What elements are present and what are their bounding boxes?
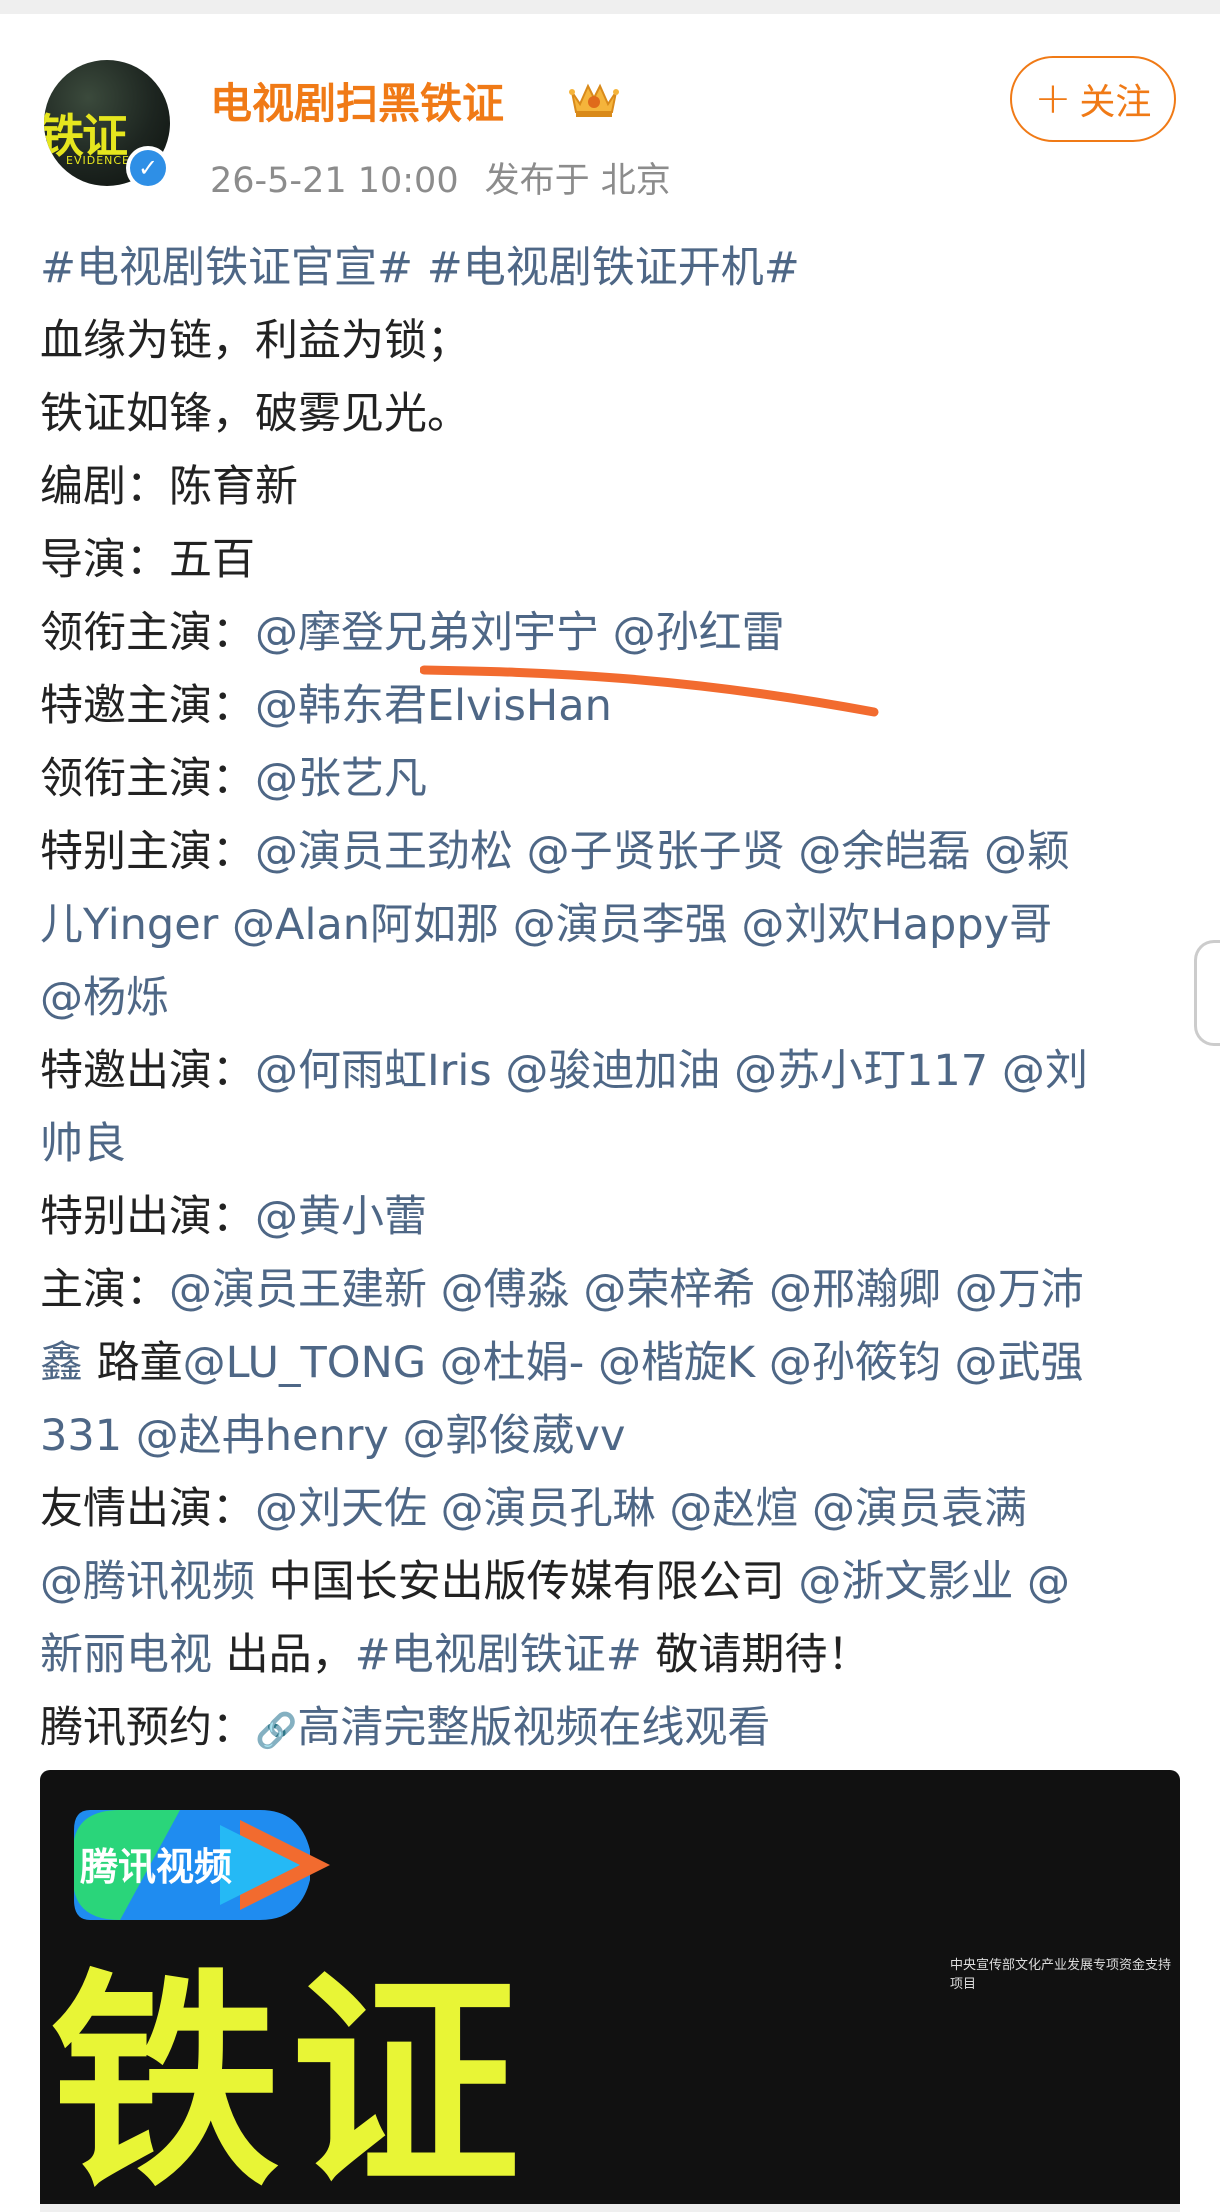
special-guest-label: 特邀主演：: [40, 681, 255, 731]
hashtag-link[interactable]: #电视剧铁证官宣#: [40, 243, 413, 293]
hand-drawn-underline: [420, 665, 879, 717]
mention-link[interactable]: @刘天佐: [255, 1484, 427, 1534]
guest-line-2: 帅良: [40, 1108, 1190, 1181]
mention-link[interactable]: @演员王劲松: [255, 827, 513, 877]
mention-link[interactable]: @何雨虹Iris: [255, 1046, 492, 1096]
mention-link[interactable]: @孙筱钧: [769, 1338, 941, 1388]
mention-link[interactable]: 儿Yinger: [40, 900, 218, 950]
mention-link[interactable]: @武强: [954, 1338, 1083, 1388]
mention-link[interactable]: @刘: [1002, 1046, 1088, 1096]
guest-label: 特邀出演：: [40, 1046, 255, 1096]
mention-link[interactable]: @黄小蕾: [255, 1192, 427, 1242]
mention-link[interactable]: @子贤张子贤: [527, 827, 785, 877]
mention-link[interactable]: 331: [40, 1411, 122, 1461]
producer-line-2: 新丽电视 出品，#电视剧铁证# 敬请期待！: [40, 1619, 1190, 1692]
mention-link[interactable]: @邢瀚卿: [769, 1265, 941, 1315]
side-scroll-handle[interactable]: [1194, 940, 1220, 1046]
mention-link[interactable]: 帅良: [40, 1119, 126, 1169]
mention-link[interactable]: @Alan阿如那: [232, 900, 499, 950]
mention-link[interactable]: @张艺凡: [255, 754, 427, 804]
text-line: 血缘为链，利益为锁；: [40, 316, 470, 366]
mention-link[interactable]: @杨烁: [40, 973, 169, 1023]
post-image[interactable]: 腾讯视频 中央宣传部文化产业发展专项资金支持项目 铁证: [40, 1770, 1180, 2212]
special-lead-label: 特别主演：: [40, 827, 255, 877]
mention-link[interactable]: @腾讯视频: [40, 1557, 255, 1607]
special-lead-line-3: @杨烁: [40, 962, 1190, 1035]
hashtags-line: #电视剧铁证官宣# #电视剧铁证开机#: [40, 232, 1190, 305]
lead-cast-label: 领衔主演：: [40, 608, 255, 658]
avatar-logo-subtext: EVIDENCE: [66, 154, 130, 167]
poster-caption: 中央宣传部文化产业发展专项资金支持项目: [950, 1958, 1172, 1992]
mention-link[interactable]: @杜娟-: [440, 1338, 585, 1388]
friendship-line: 友情出演：@刘天佐 @演员孔琳 @赵煊 @演员袁满: [40, 1473, 1190, 1546]
reservation-line: 腾讯预约：🔗高清完整版视频在线观看: [40, 1692, 1190, 1765]
plus-icon: +: [1034, 73, 1072, 124]
mention-link[interactable]: @浙文影业: [798, 1557, 1013, 1607]
lead-cast-line-2: 领衔主演：@张艺凡: [40, 743, 1190, 816]
poster-title: 铁证: [50, 1951, 531, 2212]
special-appearance-line: 特别出演：@黄小蕾: [40, 1181, 1190, 1254]
mention-link[interactable]: @LU_TONG: [183, 1338, 426, 1388]
producer-name: 中国长安出版传媒有限公司: [268, 1557, 785, 1607]
mention-link[interactable]: 鑫: [40, 1338, 83, 1388]
mention-link[interactable]: 新丽电视: [40, 1630, 212, 1680]
link-icon: 🔗: [255, 1711, 298, 1751]
post-meta: 26-5-21 10:00 发布于 北京: [210, 152, 671, 203]
mention-link[interactable]: @万沛: [955, 1265, 1084, 1315]
mention-link[interactable]: @刘欢Happy哥: [741, 900, 1052, 950]
main-cast-label: 主演：: [40, 1265, 169, 1315]
mention-link[interactable]: @颖: [984, 827, 1070, 877]
special-lead-line-2: 儿Yinger @Alan阿如那 @演员李强 @刘欢Happy哥: [40, 889, 1190, 962]
mention-link[interactable]: @: [1027, 1557, 1070, 1607]
mention-link[interactable]: @余皑磊: [798, 827, 970, 877]
mention-link[interactable]: @苏小玎117: [734, 1046, 988, 1096]
mention-link[interactable]: @赵煊: [669, 1484, 798, 1534]
guest-line: 特邀出演：@何雨虹Iris @骏迪加油 @苏小玎117 @刘: [40, 1035, 1190, 1108]
verified-badge-icon: ✓: [126, 146, 170, 190]
special-lead-line: 特别主演：@演员王劲松 @子贤张子贤 @余皑磊 @颖: [40, 816, 1190, 889]
verified-check: ✓: [130, 150, 166, 186]
mention-link[interactable]: @骏迪加油: [505, 1046, 720, 1096]
crown-badge-icon: [569, 83, 619, 117]
follow-label: 关注: [1079, 82, 1152, 123]
mention-link[interactable]: @楷旋K: [598, 1338, 755, 1388]
plain-name: 路童: [96, 1338, 183, 1388]
mention-link[interactable]: @孙红雷: [613, 608, 785, 658]
mention-link[interactable]: @荣梓希: [583, 1265, 755, 1315]
hashtag-link[interactable]: #电视剧铁证#: [355, 1630, 642, 1680]
mention-link[interactable]: @摩登兄弟刘宇宁: [255, 608, 599, 658]
post-location: 发布于 北京: [484, 161, 671, 201]
writer-line: 编剧：陈育新: [40, 462, 298, 512]
reservation-label: 腾讯预约：: [40, 1703, 255, 1753]
mention-link[interactable]: @演员孔琳: [441, 1484, 656, 1534]
mention-link[interactable]: @演员王建新: [169, 1265, 427, 1315]
director-line: 导演：五百: [40, 535, 255, 585]
video-link[interactable]: 高清完整版视频在线观看: [297, 1703, 770, 1753]
account-name[interactable]: 电视剧扫黑铁证: [210, 70, 504, 131]
hashtag-link[interactable]: #电视剧铁证开机#: [427, 243, 800, 293]
lead-cast-label: 领衔主演：: [40, 754, 255, 804]
follow-button[interactable]: + 关注: [1010, 56, 1176, 142]
top-divider: [0, 0, 1220, 14]
produced-text: 出品，: [225, 1630, 355, 1680]
text-line: 铁证如锋，破雾见光。: [40, 389, 470, 439]
main-cast-line: 主演：@演员王建新 @傅淼 @荣梓希 @邢瀚卿 @万沛: [40, 1254, 1190, 1327]
main-cast-line-3: 331 @赵冉henry @郭俊葳vv: [40, 1400, 1190, 1473]
mention-link[interactable]: @演员袁满: [812, 1484, 1027, 1534]
post-content: #电视剧铁证官宣# #电视剧铁证开机# 血缘为链，利益为锁； 铁证如锋，破雾见光…: [40, 232, 1190, 1765]
mention-link[interactable]: @赵冉henry: [136, 1411, 389, 1461]
friendship-label: 友情出演：: [40, 1484, 255, 1534]
closing-text: 敬请期待！: [655, 1630, 871, 1680]
post-time: 26-5-21 10:00: [210, 161, 459, 201]
mention-link[interactable]: @郭俊葳vv: [403, 1411, 626, 1461]
mention-link[interactable]: @演员李强: [513, 900, 728, 950]
mention-link[interactable]: @傅淼: [441, 1265, 570, 1315]
poster-bottom-edge: [40, 2204, 1180, 2212]
main-cast-line-2: 鑫 路童@LU_TONG @杜娟- @楷旋K @孙筱钧 @武强: [40, 1327, 1190, 1400]
lead-cast-line: 领衔主演：@摩登兄弟刘宇宁 @孙红雷: [40, 597, 1190, 670]
tencent-video-logo-text: 腾讯视频: [80, 1845, 233, 1889]
producer-line: @腾讯视频 中国长安出版传媒有限公司 @浙文影业 @: [40, 1546, 1190, 1619]
special-appearance-label: 特别出演：: [40, 1192, 255, 1242]
